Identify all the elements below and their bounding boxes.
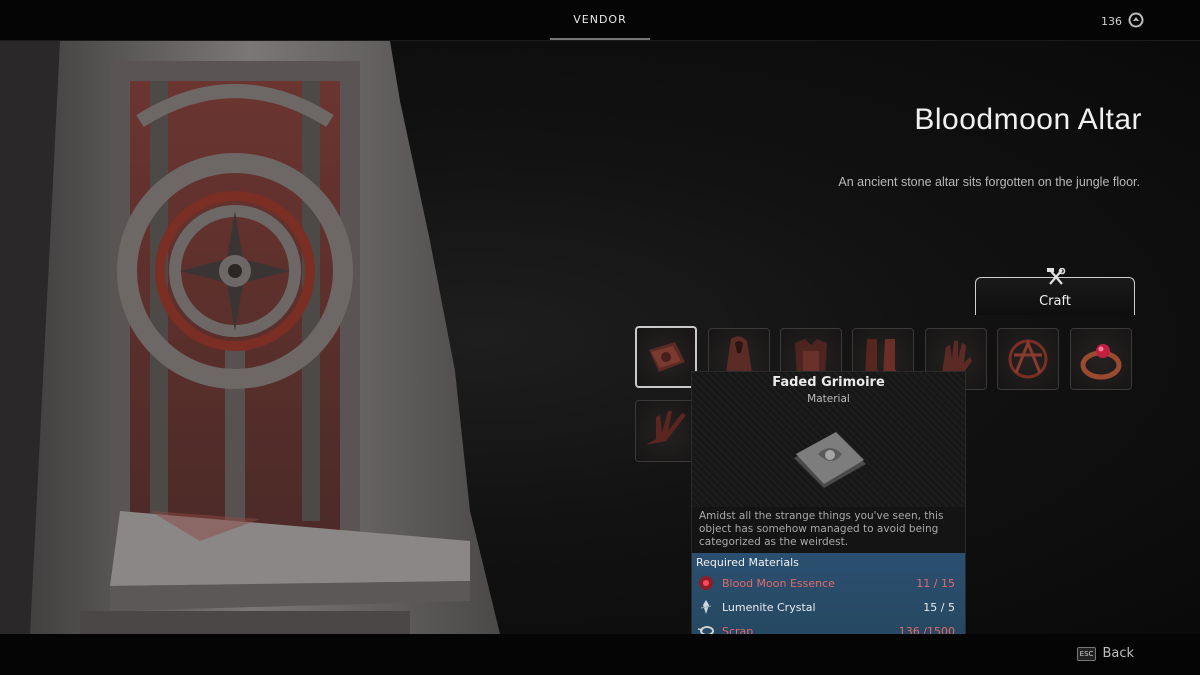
item-slot-ring[interactable]	[1070, 328, 1132, 390]
tooltip-description: Amidst all the strange things you've see…	[699, 510, 944, 548]
tooltip-item-name: Faded Grimoire	[772, 375, 885, 390]
material-row: Blood Moon Essence 11 / 15	[692, 572, 965, 594]
hammer-wrench-icon	[1046, 267, 1066, 290]
claw-gauntlet-icon	[646, 411, 686, 445]
scrap-coin-icon	[1128, 12, 1144, 31]
material-count: 11 / 15	[916, 576, 955, 590]
tab-vendor[interactable]: VENDOR	[550, 0, 650, 40]
blood-sigil-icon	[1008, 338, 1048, 379]
tooltip-item-type: Material	[807, 393, 850, 405]
esc-key-icon: ESC	[1076, 646, 1097, 661]
grimoire-icon	[649, 342, 685, 372]
back-label: Back	[1102, 646, 1134, 661]
material-name: Lumenite Crystal	[722, 600, 816, 614]
currency-display: 136	[1101, 12, 1144, 30]
top-bar: VENDOR 136	[0, 0, 1200, 41]
item-tooltip: Faded Grimoire Material Amidst all the s…	[691, 371, 966, 648]
crystal-icon	[697, 598, 715, 616]
altar-artwork-icon	[0, 41, 500, 634]
bottom-bar: ESC Back	[0, 634, 1200, 675]
grimoire-preview-icon	[794, 432, 866, 488]
currency-amount: 136	[1101, 14, 1122, 28]
tooltip-header: Faded Grimoire Material	[692, 372, 965, 507]
item-slot-grimoire[interactable]	[635, 326, 697, 388]
craft-button[interactable]: Craft	[975, 267, 1135, 315]
ruby-ring-icon	[1080, 344, 1122, 380]
item-slot-sigil[interactable]	[997, 328, 1059, 390]
required-materials-title: Required Materials	[696, 556, 799, 569]
material-row: Lumenite Crystal 15 / 5	[692, 596, 965, 618]
required-materials: Required Materials Blood Moon Essence 11…	[692, 553, 965, 647]
blood-moon-icon	[697, 574, 715, 592]
material-count: 15 / 5	[923, 600, 955, 614]
material-name: Blood Moon Essence	[722, 576, 835, 590]
altar-description: An ancient stone altar sits forgotten on…	[838, 175, 1140, 189]
item-slot-claw[interactable]	[635, 400, 697, 462]
craft-label: Craft	[1039, 294, 1071, 309]
page-title: Bloodmoon Altar	[914, 103, 1142, 136]
back-button[interactable]: ESC Back	[1076, 646, 1134, 661]
